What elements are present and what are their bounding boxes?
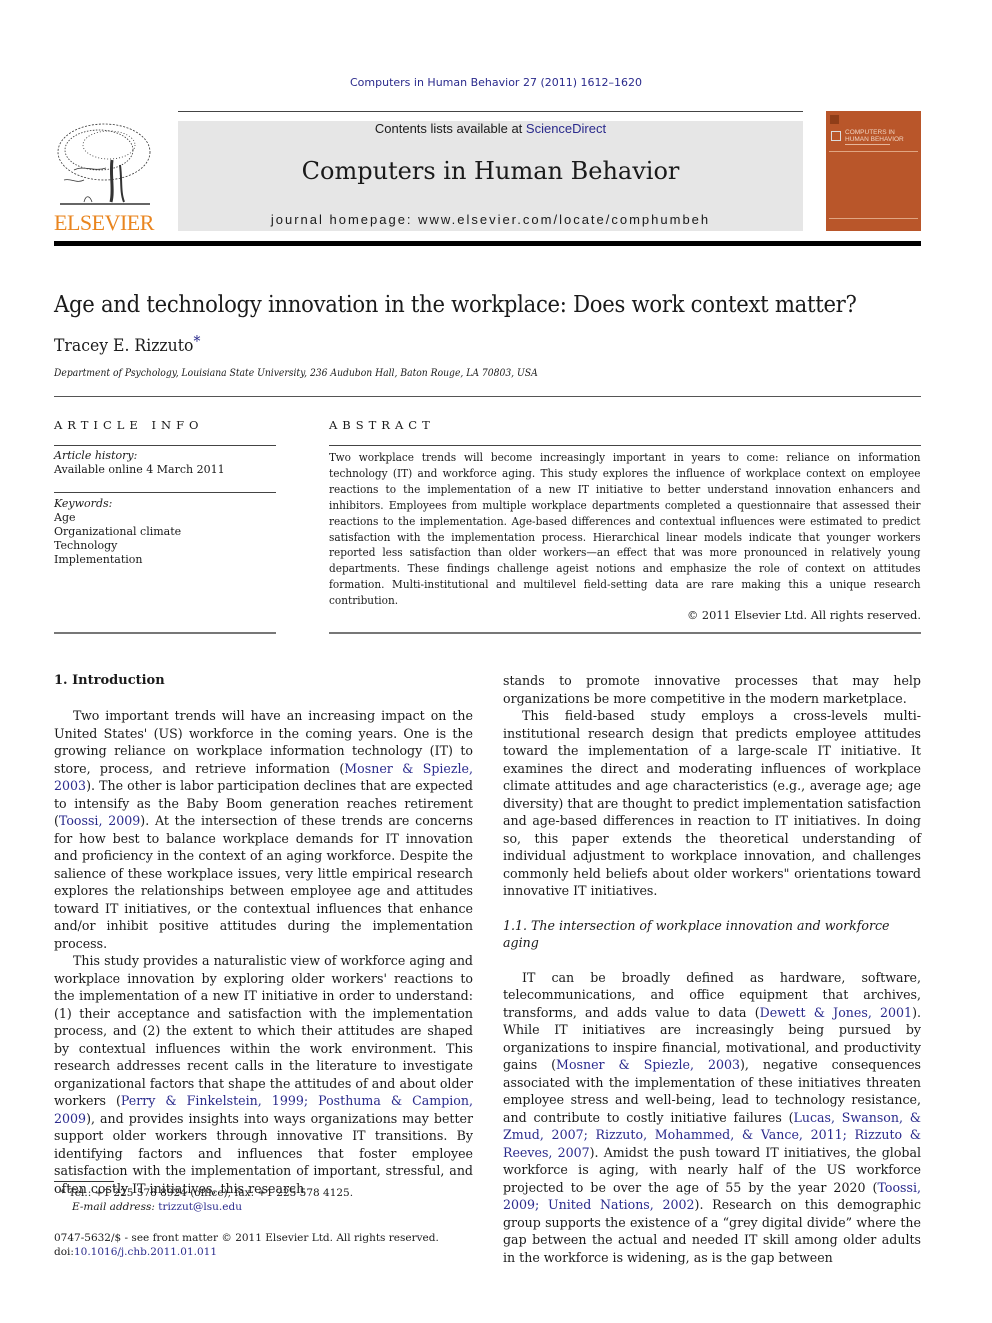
article-history-label: Article history: xyxy=(54,449,138,462)
journal-banner: Contents lists available at ScienceDirec… xyxy=(178,121,803,231)
cover-logo-icon xyxy=(830,115,839,124)
journal-cover-thumbnail[interactable]: COMPUTERS IN HUMAN BEHAVIOR xyxy=(826,111,921,231)
subsection-heading: 1.1. The intersection of workplace innov… xyxy=(503,917,890,951)
abstract-copyright: © 2011 Elsevier Ltd. All rights reserved… xyxy=(687,609,921,622)
keywords-rule xyxy=(54,492,276,493)
front-matter: 0747-5632/$ - see front matter © 2011 El… xyxy=(54,1231,439,1259)
keyword: Organizational climate xyxy=(54,525,182,538)
journal-homepage-line: journal homepage: www.elsevier.com/locat… xyxy=(178,212,803,227)
header-thick-rule xyxy=(54,241,921,246)
keyword: Implementation xyxy=(54,553,143,566)
footnote-contact: Tel.: +1 225 578 8924 (office); fax: +1 … xyxy=(68,1187,354,1199)
homepage-url-link[interactable]: www.elsevier.com/locate/comphumbeh xyxy=(418,212,710,227)
article-history-value: Available online 4 March 2011 xyxy=(54,463,225,476)
affiliation-rule xyxy=(54,396,921,397)
elsevier-wordmark: ELSEVIER xyxy=(54,210,154,235)
paragraph: Two important trends will have an increa… xyxy=(54,707,473,952)
author-affiliation: Department of Psychology, Louisiana Stat… xyxy=(54,368,538,379)
section-heading-introduction: 1. Introduction xyxy=(54,673,165,688)
article-info-heading: ARTICLE INFO xyxy=(54,418,204,432)
citation-link[interactable]: Mosner & Spiezle, 2003 xyxy=(556,1057,740,1072)
keyword: Technology xyxy=(54,539,118,552)
body-column-right: stands to promote innovative processes t… xyxy=(503,672,921,1266)
sciencedirect-link[interactable]: ScienceDirect xyxy=(526,121,606,136)
homepage-label: journal homepage: xyxy=(270,212,419,227)
article-title: Age and technology innovation in the wor… xyxy=(54,292,857,318)
author-name: Tracey E. Rizzuto xyxy=(54,336,194,356)
doi-link[interactable]: 10.1016/j.chb.2011.01.011 xyxy=(74,1246,217,1258)
abstract-paragraph: Two workplace trends will become increas… xyxy=(329,451,921,608)
author-line: Tracey E. Rizzuto* xyxy=(54,332,200,356)
paragraph: IT can be broadly defined as hardware, s… xyxy=(503,969,921,1267)
author-footnote-link[interactable]: * xyxy=(193,332,200,350)
keywords-label: Keywords: xyxy=(54,497,113,510)
footnote-mark: * xyxy=(60,1187,66,1199)
paragraph-continued: stands to promote innovative processes t… xyxy=(503,673,921,706)
journal-reference-link[interactable]: Computers in Human Behavior 27 (2011) 16… xyxy=(0,76,992,89)
abstract-rule xyxy=(329,445,921,446)
keyword: Age xyxy=(54,511,76,524)
contents-prefix: Contents lists available at xyxy=(374,121,526,136)
cover-square-icon xyxy=(831,131,841,141)
cover-title: COMPUTERS IN HUMAN BEHAVIOR xyxy=(845,129,904,143)
email-label: E-mail address: xyxy=(72,1201,159,1213)
doi-label: doi: xyxy=(54,1246,74,1258)
abstract-heading: ABSTRACT xyxy=(329,418,435,432)
keywords-block: Keywords: Age Organizational climate Tec… xyxy=(54,497,181,567)
journal-name: Computers in Human Behavior xyxy=(301,157,680,185)
cover-title-line1: COMPUTERS IN xyxy=(845,129,895,136)
body-column-left: Two important trends will have an increa… xyxy=(54,707,473,1197)
article-info-bottom-rule xyxy=(54,632,276,634)
text-run: This study provides a naturalistic view … xyxy=(54,953,473,1108)
citation-link[interactable]: Toossi, 2009 xyxy=(59,813,140,828)
cover-rule-bottom xyxy=(829,218,918,219)
cover-editor-lines xyxy=(845,144,890,145)
abstract-text: Two workplace trends will become increas… xyxy=(329,450,921,609)
paragraph: This study provides a naturalistic view … xyxy=(54,952,473,1197)
article-info-rule xyxy=(54,445,276,446)
contents-available-line: Contents lists available at ScienceDirec… xyxy=(178,121,803,136)
header-rule xyxy=(178,111,803,112)
cover-rule-top xyxy=(829,151,918,152)
text-run: ). At the intersection of these trends a… xyxy=(54,813,473,951)
email-link[interactable]: trizzut@lsu.edu xyxy=(158,1201,242,1213)
abstract-bottom-rule xyxy=(329,632,921,634)
text-run: ), and provides insights into ways organ… xyxy=(54,1110,473,1196)
citation-link[interactable]: Dewett & Jones, 2001 xyxy=(760,1005,912,1020)
article-history: Article history: Available online 4 Marc… xyxy=(54,449,225,477)
footnote-rule xyxy=(54,1181,114,1182)
author-footnote: * Tel.: +1 225 578 8924 (office); fax: +… xyxy=(60,1186,353,1214)
paragraph: This field-based study employs a cross-l… xyxy=(503,708,921,898)
tree-icon xyxy=(57,123,151,205)
cover-title-line2: HUMAN BEHAVIOR xyxy=(845,136,904,143)
issn-line: 0747-5632/$ - see front matter © 2011 El… xyxy=(54,1232,439,1244)
